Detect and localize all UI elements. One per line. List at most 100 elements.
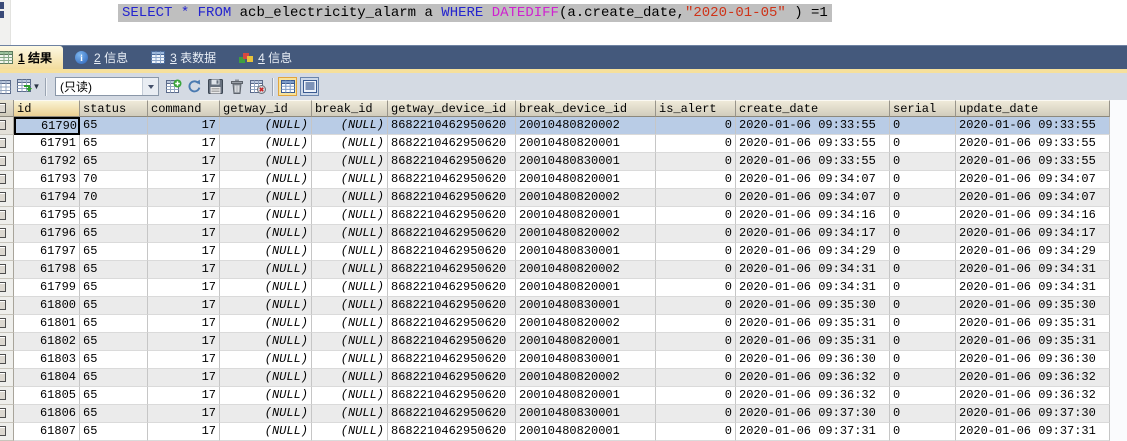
row-selector-checkbox[interactable] [0,207,14,225]
cell-status[interactable]: 70 [80,171,148,189]
cell-break_device_id[interactable]: 20010480820001 [516,207,656,225]
row-selector-checkbox[interactable] [0,189,14,207]
table-row[interactable]: 61792 65 17 (NULL) (NULL) 8682210462950620 200… [0,153,1110,171]
cell-getway_device_id[interactable]: 8682210462950620 [388,243,516,261]
cell-create_date[interactable]: 2020-01-06 09:35:31 [736,333,890,351]
cell-break_device_id[interactable]: 20010480830001 [516,405,656,423]
cell-status[interactable]: 65 [80,423,148,441]
refresh-icon[interactable] [184,76,205,97]
cell-is_alert[interactable]: 0 [656,243,736,261]
cell-break_id[interactable]: (NULL) [312,315,388,333]
cell-getway_id[interactable]: (NULL) [220,423,312,441]
delete-trash-icon[interactable] [226,76,247,97]
column-header-break_device_id[interactable]: break_device_id [516,100,656,117]
cell-getway_id[interactable]: (NULL) [220,261,312,279]
sql-text[interactable]: SELECT * FROM acb_electricity_alarm a WH… [118,4,832,22]
cell-is_alert[interactable]: 0 [656,297,736,315]
cell-command[interactable]: 17 [148,405,220,423]
cell-status[interactable]: 65 [80,153,148,171]
cell-getway_id[interactable]: (NULL) [220,351,312,369]
table-row[interactable]: 61796 65 17 (NULL) (NULL) 8682210462950620 200… [0,225,1110,243]
row-selector-checkbox[interactable] [0,297,14,315]
column-header-break_id[interactable]: break_id [312,100,388,117]
table-row[interactable]: 61803 65 17 (NULL) (NULL) 8682210462950620 200… [0,351,1110,369]
cell-is_alert[interactable]: 0 [656,225,736,243]
cell-command[interactable]: 17 [148,153,220,171]
cell-command[interactable]: 17 [148,171,220,189]
cell-break_device_id[interactable]: 20010480820002 [516,117,656,135]
cell-break_id[interactable]: (NULL) [312,387,388,405]
cell-break_device_id[interactable]: 20010480820001 [516,387,656,405]
cell-id[interactable]: 61795 [14,207,80,225]
cell-getway_id[interactable]: (NULL) [220,225,312,243]
cell-id[interactable]: 61805 [14,387,80,405]
cell-create_date[interactable]: 2020-01-06 09:34:16 [736,207,890,225]
grid-mode-icon[interactable] [0,76,14,97]
row-selector-checkbox[interactable] [0,171,14,189]
cell-is_alert[interactable]: 0 [656,423,736,441]
cell-getway_device_id[interactable]: 8682210462950620 [388,207,516,225]
cell-getway_device_id[interactable]: 8682210462950620 [388,261,516,279]
cell-getway_id[interactable]: (NULL) [220,315,312,333]
cell-command[interactable]: 17 [148,279,220,297]
table-row[interactable]: 61798 65 17 (NULL) (NULL) 8682210462950620 200… [0,261,1110,279]
cell-update_date[interactable]: 2020-01-06 09:33:55 [956,117,1110,135]
cell-is_alert[interactable]: 0 [656,315,736,333]
cell-getway_id[interactable]: (NULL) [220,135,312,153]
cell-break_device_id[interactable]: 20010480820001 [516,135,656,153]
tab-table-data[interactable]: 3 表数据 [139,46,227,69]
cell-create_date[interactable]: 2020-01-06 09:34:31 [736,279,890,297]
cell-is_alert[interactable]: 0 [656,135,736,153]
cell-command[interactable]: 17 [148,243,220,261]
cell-serial[interactable]: 0 [890,153,956,171]
cell-getway_id[interactable]: (NULL) [220,279,312,297]
cell-id[interactable]: 61798 [14,261,80,279]
cell-update_date[interactable]: 2020-01-06 09:36:30 [956,351,1110,369]
cell-status[interactable]: 70 [80,189,148,207]
cell-status[interactable]: 65 [80,387,148,405]
delete-row-icon[interactable] [247,76,268,97]
cell-is_alert[interactable]: 0 [656,369,736,387]
row-selector-checkbox[interactable] [0,387,14,405]
row-selector-checkbox[interactable] [0,135,14,153]
cell-create_date[interactable]: 2020-01-06 09:33:55 [736,135,890,153]
cell-command[interactable]: 17 [148,225,220,243]
cell-id[interactable]: 61790 [14,117,80,135]
table-row[interactable]: 61791 65 17 (NULL) (NULL) 8682210462950620 200… [0,135,1110,153]
cell-create_date[interactable]: 2020-01-06 09:37:31 [736,423,890,441]
row-selector-checkbox[interactable] [0,351,14,369]
cell-serial[interactable]: 0 [890,171,956,189]
cell-getway_device_id[interactable]: 8682210462950620 [388,153,516,171]
table-row[interactable]: 61797 65 17 (NULL) (NULL) 8682210462950620 200… [0,243,1110,261]
cell-status[interactable]: 65 [80,279,148,297]
cell-update_date[interactable]: 2020-01-06 09:35:31 [956,333,1110,351]
cell-create_date[interactable]: 2020-01-06 09:34:07 [736,189,890,207]
cell-getway_device_id[interactable]: 8682210462950620 [388,135,516,153]
row-selector-checkbox[interactable] [0,423,14,441]
cell-break_device_id[interactable]: 20010480830001 [516,153,656,171]
cell-create_date[interactable]: 2020-01-06 09:36:32 [736,387,890,405]
row-selector-checkbox[interactable] [0,405,14,423]
column-header-getway_id[interactable]: getway_id [220,100,312,117]
table-row[interactable]: 61793 70 17 (NULL) (NULL) 8682210462950620 200… [0,171,1110,189]
cell-serial[interactable]: 0 [890,315,956,333]
column-header-serial[interactable]: serial [890,100,956,117]
cell-id[interactable]: 61802 [14,333,80,351]
cell-break_id[interactable]: (NULL) [312,135,388,153]
cell-serial[interactable]: 0 [890,405,956,423]
cell-id[interactable]: 61807 [14,423,80,441]
cell-id[interactable]: 61806 [14,405,80,423]
cell-getway_device_id[interactable]: 8682210462950620 [388,225,516,243]
cell-serial[interactable]: 0 [890,117,956,135]
cell-command[interactable]: 17 [148,135,220,153]
cell-getway_id[interactable]: (NULL) [220,207,312,225]
cell-command[interactable]: 17 [148,117,220,135]
cell-update_date[interactable]: 2020-01-06 09:36:32 [956,387,1110,405]
cell-id[interactable]: 61799 [14,279,80,297]
column-header-is_alert[interactable]: is_alert [656,100,736,117]
row-selector-checkbox[interactable] [0,279,14,297]
cell-break_device_id[interactable]: 20010480820002 [516,369,656,387]
cell-create_date[interactable]: 2020-01-06 09:34:31 [736,261,890,279]
select-all-checkbox[interactable] [0,100,14,117]
cell-update_date[interactable]: 2020-01-06 09:34:07 [956,189,1110,207]
